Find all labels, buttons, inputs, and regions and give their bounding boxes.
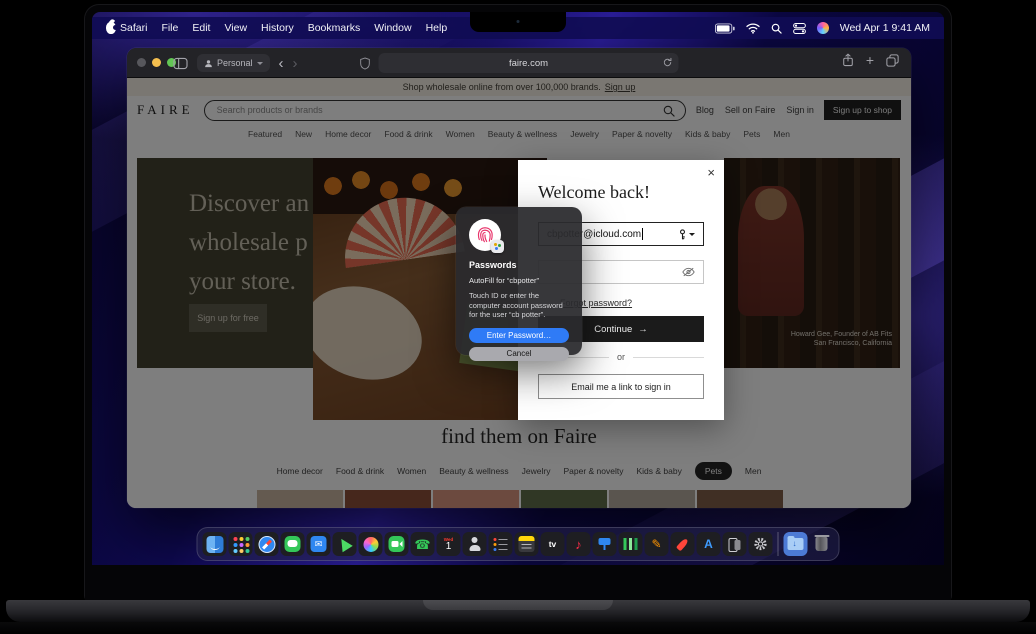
battery-icon[interactable] [715, 23, 735, 34]
dock-divider [778, 532, 779, 556]
dock-icon-facetime[interactable] [385, 532, 409, 556]
url-text: faire.com [509, 58, 548, 69]
menu-history[interactable]: History [261, 22, 294, 34]
dialog-subtitle: AutoFill for “cbpotter” [469, 276, 569, 285]
address-bar[interactable]: faire.com [379, 53, 679, 73]
lid-opening-notch [423, 600, 613, 610]
menu-bar-clock[interactable]: Wed Apr 1 9:41 AM [840, 22, 930, 34]
minimize-window-button[interactable] [152, 58, 161, 67]
dock: ✉ ☎ Wed1 tv ♪ ✎ A [197, 527, 840, 561]
menu-view[interactable]: View [224, 22, 247, 34]
arrow-right-icon: → [638, 324, 648, 335]
faire-page: Shop wholesale online from over 100,000 … [127, 78, 911, 508]
screen-chin-bezel [85, 565, 951, 600]
dock-icon-contacts[interactable] [463, 532, 487, 556]
dock-icon-app-store[interactable]: A [697, 532, 721, 556]
share-icon[interactable] [842, 53, 854, 67]
email-link-button[interactable]: Email me a link to sign in [538, 374, 704, 399]
chevron-down-icon [257, 62, 263, 65]
close-icon[interactable]: × [707, 165, 715, 180]
dock-icon-safari[interactable] [255, 532, 279, 556]
back-button[interactable]: ‹ [279, 56, 284, 71]
siri-icon[interactable] [817, 22, 829, 34]
spotlight-icon[interactable] [771, 23, 782, 34]
dock-icon-launchpad[interactable] [229, 532, 253, 556]
gear-icon [754, 537, 768, 551]
dock-icon-notes[interactable] [515, 532, 539, 556]
dock-icon-photos[interactable] [359, 532, 383, 556]
dock-icon-finder[interactable] [203, 532, 227, 556]
dock-icon-trash[interactable] [810, 532, 834, 556]
dock-icon-settings[interactable] [749, 532, 773, 556]
menu-file[interactable]: File [161, 22, 178, 34]
enter-password-button[interactable]: Enter Password… [469, 328, 569, 343]
macbook-stage: Safari File Edit View History Bookmarks … [0, 0, 1036, 634]
apple-menu-icon[interactable] [106, 22, 116, 34]
reload-icon[interactable] [663, 57, 673, 68]
new-tab-icon[interactable]: + [866, 53, 874, 67]
touchid-autofill-dialog: Passwords AutoFill for “cbpotter” Touch … [456, 207, 582, 355]
safari-toolbar: Personal ‹ › faire.com [127, 48, 911, 78]
menu-help[interactable]: Help [426, 22, 448, 34]
camera-dot [517, 20, 520, 23]
sidebar-toggle-icon[interactable] [173, 57, 188, 70]
dialog-body-text: Touch ID or enter the computer account p… [469, 291, 569, 320]
privacy-shield-icon[interactable] [360, 57, 371, 70]
menu-window[interactable]: Window [374, 22, 411, 34]
autofill-key-button[interactable] [678, 229, 695, 240]
modal-title: Welcome back! [538, 182, 650, 203]
macbook-screen: Safari File Edit View History Bookmarks … [85, 5, 951, 600]
menu-bookmarks[interactable]: Bookmarks [308, 22, 361, 34]
menu-safari[interactable]: Safari [120, 22, 147, 34]
tab-overview-icon[interactable] [886, 54, 899, 67]
dock-icon-numbers[interactable] [619, 532, 643, 556]
safari-window: Personal ‹ › faire.com [127, 48, 911, 508]
dock-icon-pages[interactable]: ✎ [645, 532, 669, 556]
passwords-app-badge-icon [491, 240, 504, 253]
dock-icon-maps[interactable] [333, 532, 357, 556]
dock-icon-reminders[interactable] [489, 532, 513, 556]
dock-icon-iphone-mirroring[interactable] [723, 532, 747, 556]
display-notch [470, 12, 566, 32]
dock-icon-rocket[interactable] [671, 532, 695, 556]
control-center-icon[interactable] [793, 23, 806, 34]
dock-icon-mail[interactable]: ✉ [307, 532, 331, 556]
forward-button[interactable]: › [293, 56, 298, 71]
text-caret [642, 228, 643, 240]
macbook-base [6, 600, 1030, 622]
dock-icon-tv[interactable]: tv [541, 532, 565, 556]
or-label: or [617, 352, 625, 362]
person-icon [204, 59, 213, 68]
dock-icon-calendar[interactable]: Wed1 [437, 532, 461, 556]
dock-icon-phone[interactable]: ☎ [411, 532, 435, 556]
key-icon [678, 229, 687, 240]
cancel-button[interactable]: Cancel [469, 347, 569, 361]
continue-label: Continue [594, 324, 632, 335]
wifi-icon[interactable] [746, 23, 760, 34]
dock-icon-messages[interactable] [281, 532, 305, 556]
dock-icon-music[interactable]: ♪ [567, 532, 591, 556]
traffic-lights [137, 58, 176, 67]
touchid-icon-wrap [469, 219, 501, 251]
profile-label: Personal [217, 58, 253, 68]
dock-icon-keynote[interactable] [593, 532, 617, 556]
base-shadow [0, 622, 1036, 634]
close-window-button[interactable] [137, 58, 146, 67]
dialog-app-name: Passwords [469, 260, 569, 270]
desktop: Safari File Edit View History Bookmarks … [92, 12, 944, 565]
chevron-down-icon [689, 233, 695, 236]
profile-switcher[interactable]: Personal [197, 54, 270, 72]
dock-icon-downloads[interactable] [784, 532, 808, 556]
show-password-icon[interactable] [682, 267, 695, 277]
menu-edit[interactable]: Edit [192, 22, 210, 34]
